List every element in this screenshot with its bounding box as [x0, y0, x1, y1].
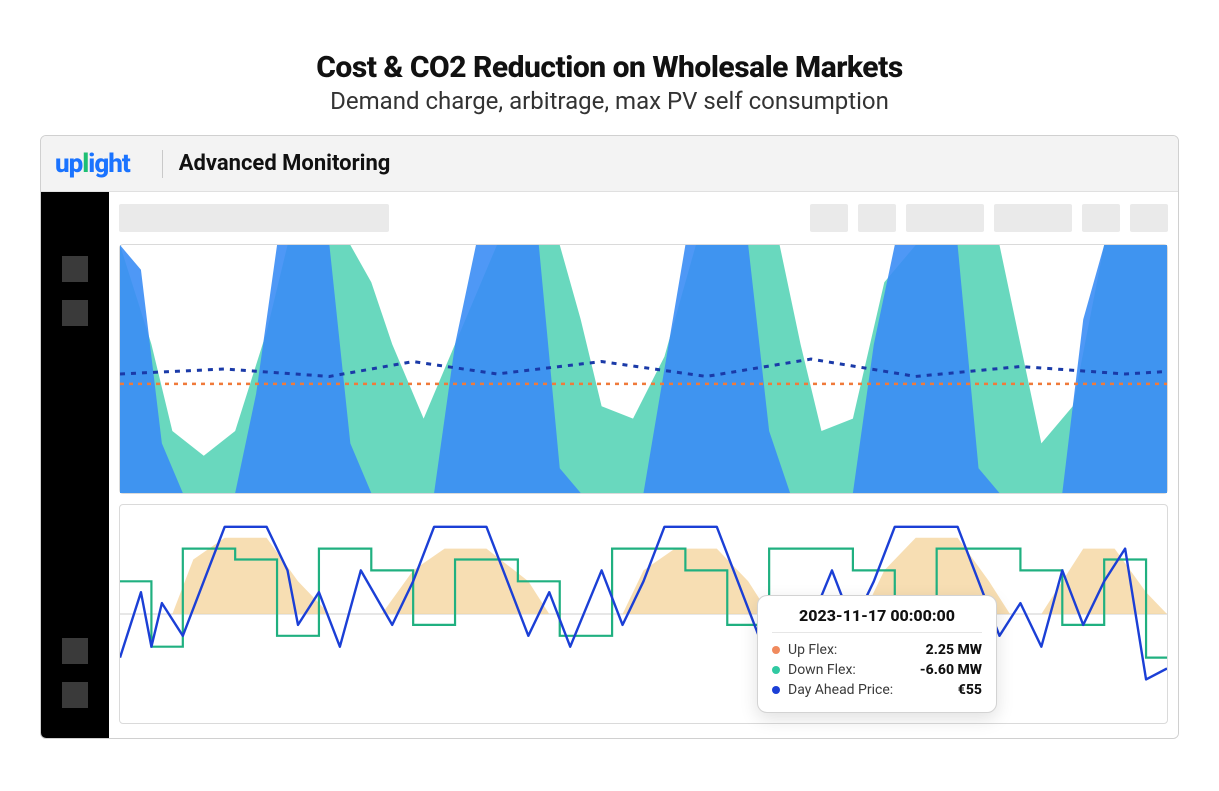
header-divider — [162, 150, 163, 178]
toolbar-control-main[interactable] — [119, 204, 389, 232]
section-label: Advanced Monitoring — [179, 151, 391, 176]
price-dot-icon — [772, 686, 780, 694]
tooltip-row-price: Day Ahead Price: €55 — [772, 680, 982, 700]
toolbar-button-6[interactable] — [1130, 204, 1168, 232]
chart-tooltip: 2023-11-17 00:00:00 Up Flex: 2.25 MW Dow… — [757, 595, 997, 713]
chart-bottom[interactable]: 2023-11-17 00:00:00 Up Flex: 2.25 MW Dow… — [119, 504, 1168, 724]
tooltip-price-value: €55 — [958, 682, 982, 698]
tooltip-timestamp: 2023-11-17 00:00:00 — [772, 606, 982, 633]
tooltip-downflex-label: Down Flex: — [788, 662, 856, 678]
app-window: up l ight Advanced Monitoring — [40, 135, 1179, 739]
down-flex-dot-icon — [772, 666, 780, 674]
tooltip-upflex-value: 2.25 MW — [926, 642, 982, 658]
logo-seg-c: ight — [88, 149, 129, 179]
toolbar-button-3[interactable] — [906, 204, 984, 232]
tooltip-row-downflex: Down Flex: -6.60 MW — [772, 660, 982, 680]
toolbar — [119, 200, 1168, 234]
chart-top[interactable] — [119, 244, 1168, 494]
sidebar-item-3[interactable] — [62, 638, 88, 664]
sidebar-item-2[interactable] — [62, 300, 88, 326]
page-title: Cost & CO2 Reduction on Wholesale Market… — [0, 50, 1219, 85]
tooltip-row-upflex: Up Flex: 2.25 MW — [772, 640, 982, 660]
logo-seg-a: up — [55, 149, 82, 179]
brand-logo: up l ight — [55, 149, 130, 179]
sidebar-item-4[interactable] — [62, 682, 88, 708]
page-subtitle: Demand charge, arbitrage, max PV self co… — [0, 87, 1219, 115]
toolbar-button-1[interactable] — [810, 204, 848, 232]
tooltip-price-label: Day Ahead Price: — [788, 682, 893, 698]
sidebar-item-1[interactable] — [62, 256, 88, 282]
tooltip-downflex-value: -6.60 MW — [920, 662, 982, 678]
up-flex-dot-icon — [772, 646, 780, 654]
toolbar-button-4[interactable] — [994, 204, 1072, 232]
content-area: 2023-11-17 00:00:00 Up Flex: 2.25 MW Dow… — [109, 192, 1178, 738]
sidebar — [41, 192, 109, 738]
toolbar-button-5[interactable] — [1082, 204, 1120, 232]
app-header: up l ight Advanced Monitoring — [41, 136, 1178, 192]
toolbar-button-2[interactable] — [858, 204, 896, 232]
tooltip-upflex-label: Up Flex: — [788, 642, 837, 658]
